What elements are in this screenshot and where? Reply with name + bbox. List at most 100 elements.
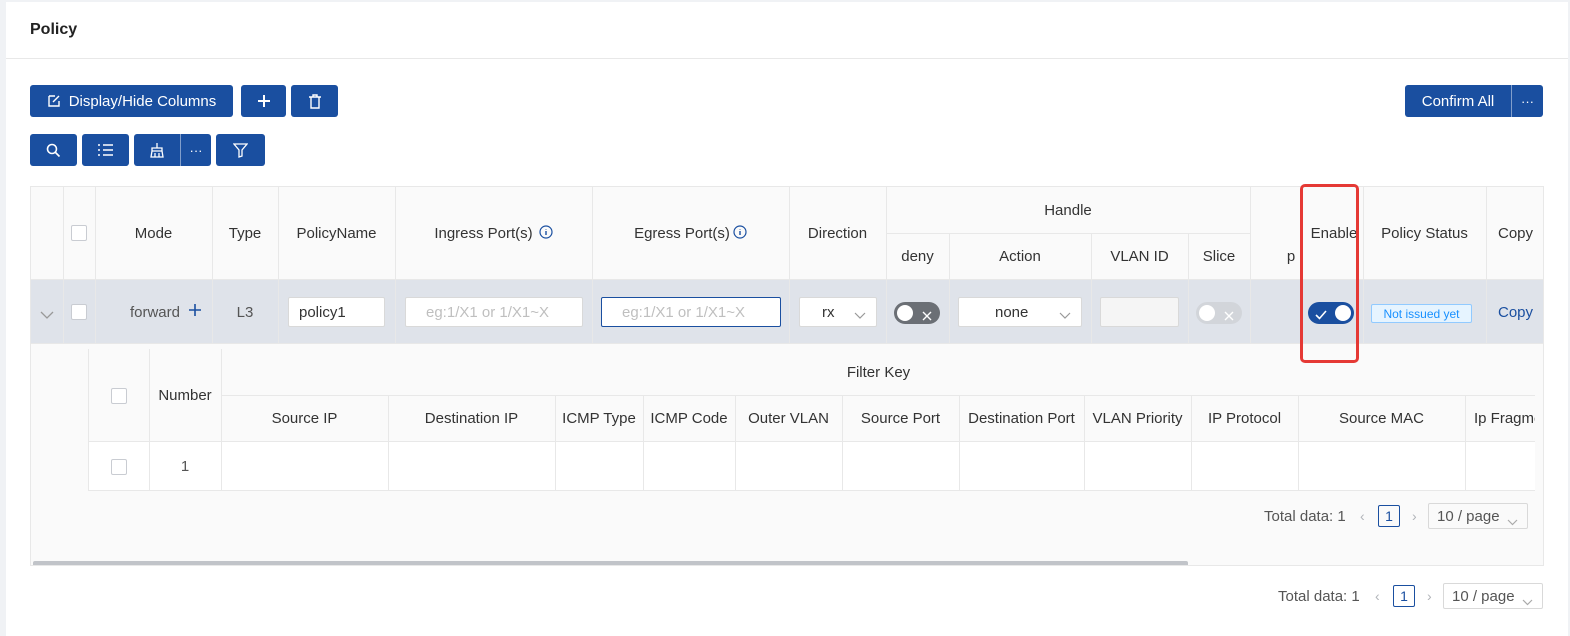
next-page-icon[interactable]: › [1412, 508, 1417, 524]
chevron-down-icon [1507, 513, 1518, 530]
header-mode: Mode [134, 225, 173, 242]
list-view-button[interactable] [82, 134, 129, 166]
ingress-ports-input[interactable]: eg:1/X1 or 1/X1~X [405, 297, 583, 327]
header-action: Action [999, 248, 1041, 265]
display-hide-columns-button[interactable]: Display/Hide Columns [30, 85, 233, 117]
filter-button[interactable] [216, 134, 265, 166]
page-size-value: 10 / page [1437, 507, 1500, 525]
subtable-page-size-select[interactable]: 10 / page [1428, 503, 1528, 529]
policy-card: Policy Display/Hide Columns Confirm All … [6, 2, 1568, 636]
egress-ports-input[interactable]: eg:1/X1 or 1/X1~X [601, 297, 781, 327]
edit-icon [47, 94, 61, 108]
info-icon[interactable] [733, 224, 747, 243]
add-policy-button[interactable] [241, 85, 286, 117]
header-vlan-id: VLAN ID [1110, 248, 1169, 265]
cross-icon [922, 308, 932, 324]
enable-column-highlight [1300, 184, 1359, 363]
deny-toggle[interactable] [894, 302, 940, 324]
page-title: Policy [30, 21, 78, 38]
type-cell: L3 [236, 303, 254, 321]
subtable-select-all-checkbox[interactable] [111, 388, 127, 404]
row-number: 1 [180, 458, 190, 475]
direction-value: rx [822, 303, 835, 321]
filter-icon [233, 142, 248, 158]
subtable-page-1[interactable]: 1 [1378, 505, 1400, 527]
mode-value: forward [129, 303, 180, 321]
header-handle: Handle [1044, 201, 1092, 219]
prev-page-icon[interactable]: ‹ [1360, 508, 1365, 524]
action-value: none [995, 303, 1029, 321]
direction-select[interactable]: rx [799, 297, 877, 327]
trash-icon [308, 93, 322, 109]
header-ip-protocol: IP Protocol [1207, 410, 1282, 427]
card-header: Policy [6, 2, 1568, 59]
header-destination-port: Destination Port [968, 410, 1075, 427]
header-ingress-ports: Ingress Port(s) [395, 187, 592, 280]
action-select[interactable]: none [958, 297, 1082, 327]
header-copy: Copy [1497, 225, 1534, 242]
clean-split-button: ··· [134, 134, 211, 166]
mode-cell: forward [95, 280, 212, 344]
header-partial: p [1286, 248, 1296, 265]
prev-page-icon[interactable]: ‹ [1375, 588, 1380, 604]
add-mode-plus-icon[interactable] [188, 303, 202, 321]
header-direction: Direction [807, 225, 868, 242]
toggle-knob [1199, 305, 1215, 321]
header-deny: deny [901, 248, 934, 265]
subtable-total-data: Total data: 1 [1264, 508, 1346, 525]
list-icon [97, 143, 114, 157]
confirm-all-button[interactable]: Confirm All [1405, 85, 1511, 117]
header-number: Number [158, 387, 212, 404]
header-vlan-priority: VLAN Priority [1092, 410, 1183, 427]
chevron-down-icon [1059, 307, 1071, 324]
status-badge: Not issued yet [1371, 304, 1472, 323]
delete-policy-button[interactable] [291, 85, 338, 117]
clean-more-button[interactable]: ··· [181, 134, 211, 166]
table-scrollbar[interactable] [33, 561, 1188, 565]
header-egress-label: Egress Port(s) [634, 225, 730, 242]
header-slice: Slice [1202, 248, 1236, 265]
header-source-port: Source Port [860, 410, 941, 427]
search-icon [46, 143, 61, 158]
header-destination-ip: Destination IP [424, 410, 519, 427]
display-hide-columns-label: Display/Hide Columns [68, 92, 217, 110]
row-checkbox[interactable] [71, 304, 87, 320]
toggle-knob [897, 305, 913, 321]
info-icon[interactable] [539, 224, 553, 243]
policy-name-input[interactable]: policy1 [288, 297, 385, 327]
vlan-id-input[interactable] [1100, 297, 1179, 327]
confirm-all-split-button: Confirm All ··· [1405, 85, 1543, 117]
header-source-mac: Source MAC [1338, 410, 1425, 427]
header-icmp-type: ICMP Type [562, 410, 636, 427]
header-ip-fragment: Ip Fragme [1474, 410, 1535, 427]
header-source-ip: Source IP [271, 410, 338, 427]
broom-icon [149, 142, 165, 158]
select-all-checkbox[interactable] [71, 225, 87, 241]
next-page-icon[interactable]: › [1427, 588, 1432, 604]
chevron-down-icon [854, 307, 866, 324]
expand-chevron-icon[interactable] [40, 307, 54, 323]
confirm-more-button[interactable]: ··· [1512, 85, 1543, 117]
cross-icon [1224, 308, 1234, 324]
header-icmp-code: ICMP Code [650, 410, 728, 427]
page-size-value: 10 / page [1452, 587, 1515, 605]
page-size-select[interactable]: 10 / page [1443, 583, 1543, 609]
header-outer-vlan: Outer VLAN [748, 410, 829, 427]
page-1[interactable]: 1 [1393, 585, 1415, 607]
plus-icon [257, 94, 271, 108]
copy-link[interactable]: Copy [1486, 280, 1543, 344]
clean-button[interactable] [134, 134, 180, 166]
header-ingress-label: Ingress Port(s) [434, 225, 533, 242]
total-data: Total data: 1 [1278, 588, 1360, 605]
subtable-scrollbar[interactable] [89, 490, 794, 491]
filter-key-subtable: Number Filter Key Source IP Destination … [88, 349, 1535, 491]
search-button[interactable] [30, 134, 77, 166]
header-policy-name: PolicyName [296, 225, 377, 242]
ingress-placeholder: eg:1/X1 or 1/X1~X [426, 303, 550, 321]
slice-toggle[interactable] [1196, 302, 1242, 324]
subtable-row-checkbox[interactable] [111, 459, 127, 475]
chevron-down-icon [1522, 593, 1533, 610]
header-type: Type [228, 225, 262, 242]
header-policy-status: Policy Status [1381, 225, 1468, 242]
header-egress-ports: Egress Port(s) [592, 187, 789, 280]
